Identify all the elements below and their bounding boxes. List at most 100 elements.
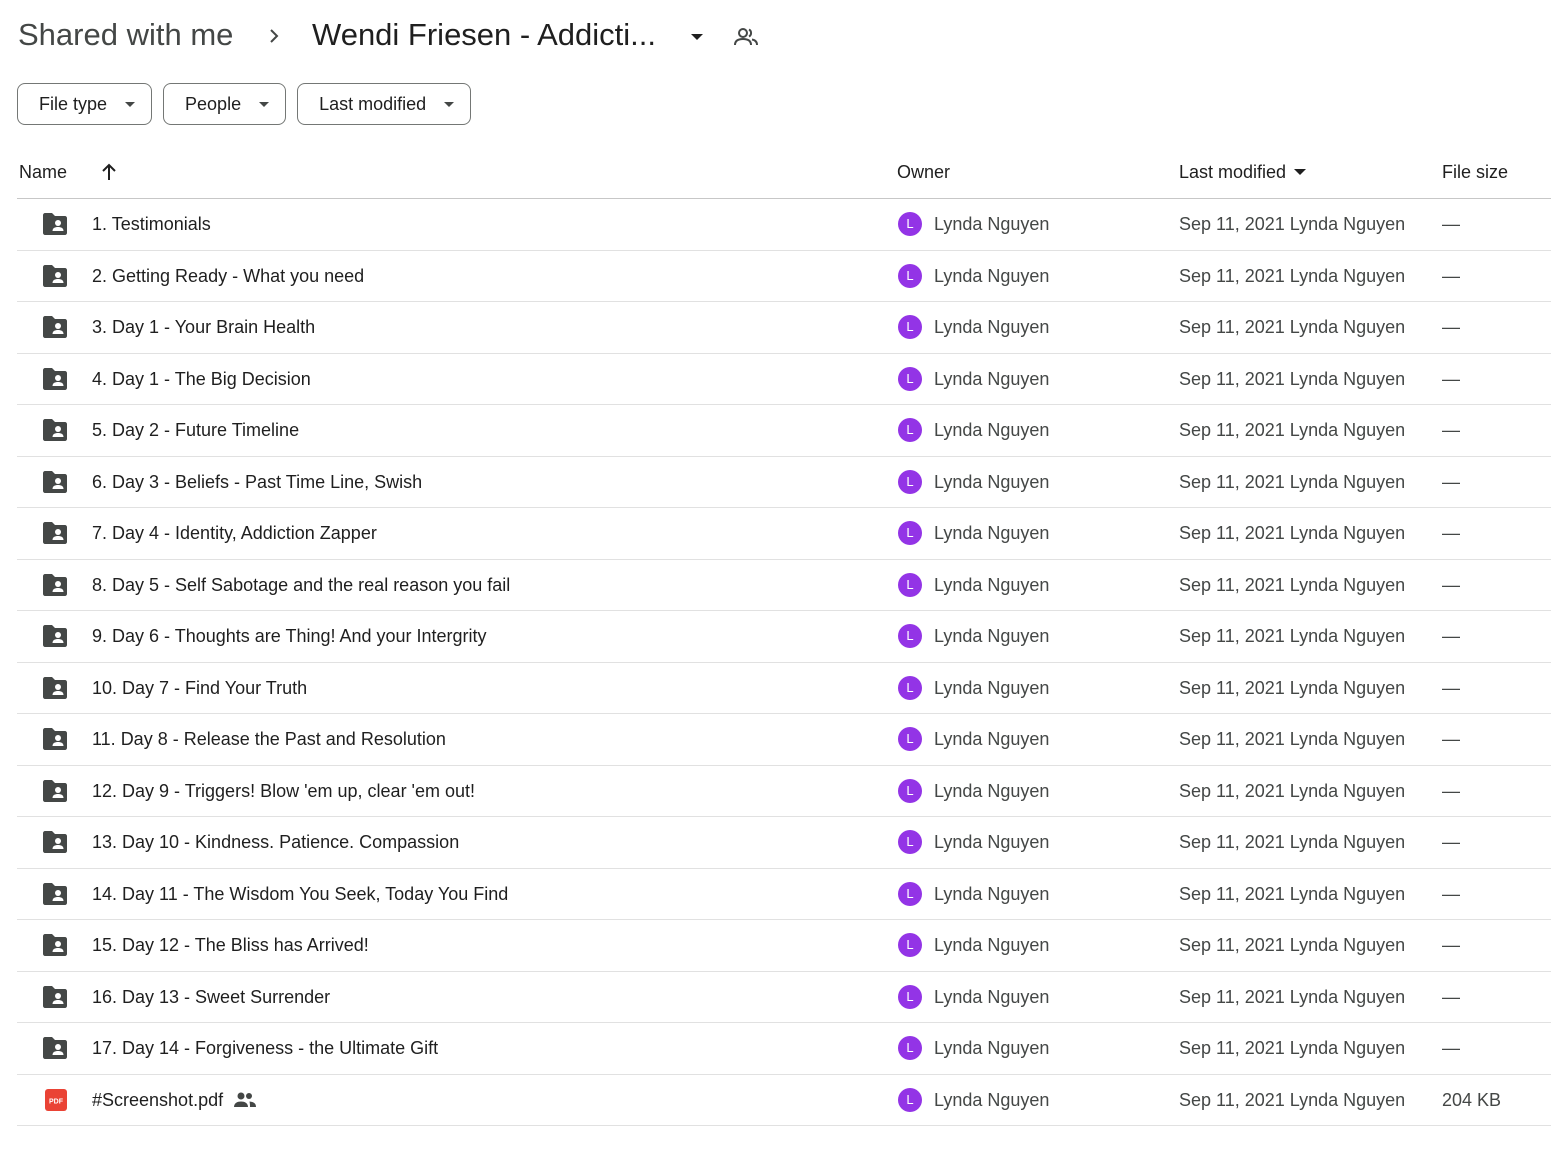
table-row[interactable]: 8. Day 5 - Self Sabotage and the real re… <box>17 560 1551 611</box>
breadcrumb-shared-with-me[interactable]: Shared with me <box>18 16 233 54</box>
last-modified-value: Sep 11, 2021 Lynda Nguyen <box>1179 368 1406 389</box>
shared-folder-icon <box>41 933 69 957</box>
file-name[interactable]: 1. Testimonials <box>92 212 211 236</box>
table-row[interactable]: 9. Day 6 - Thoughts are Thing! And your … <box>17 611 1551 663</box>
table-row[interactable]: 2. Getting Ready - What you need L Lynda N… <box>17 251 1551 302</box>
caret-down-icon <box>444 101 455 107</box>
last-modified-value: Sep 11, 2021 Lynda Nguyen <box>1179 471 1406 492</box>
file-name[interactable]: 14. Day 11 - The Wisdom You Seek, Today … <box>92 882 508 906</box>
owner-name: Lynda Nguyen <box>934 729 1050 749</box>
owner-name: Lynda Nguyen <box>934 986 1050 1007</box>
filter-label: Last modified <box>319 93 427 114</box>
file-size-value: — <box>1442 265 1460 286</box>
file-name[interactable]: 8. Day 5 - Self Sabotage and the real re… <box>92 573 510 597</box>
last-modified-value: Sep 11, 2021 Lynda Nguyen <box>1179 523 1406 543</box>
table-header: Name Owner Last modified File size <box>17 146 1551 199</box>
pdf-icon-label: PDF <box>49 1098 64 1105</box>
file-name[interactable]: 10. Day 7 - Find Your Truth <box>92 676 307 700</box>
filter-last-modified[interactable]: Last modified <box>297 83 472 125</box>
filter-people[interactable]: People <box>163 83 287 125</box>
last-modified-value: Sep 11, 2021 Lynda Nguyen <box>1179 574 1406 595</box>
owner-name: Lynda Nguyen <box>934 1038 1050 1058</box>
owner-name: Lynda Nguyen <box>934 214 1050 234</box>
table-row[interactable]: 17. Day 14 - Forgiveness - the Ultimate … <box>17 1023 1551 1075</box>
column-header-file-size[interactable]: File size <box>1442 160 1508 184</box>
filter-label: People <box>185 93 242 114</box>
table-row[interactable]: 6. Day 3 - Beliefs - Past Time Line, Swi… <box>17 457 1551 508</box>
caret-down-icon[interactable] <box>686 26 708 48</box>
owner-name: Lynda Nguyen <box>934 368 1050 389</box>
table-row[interactable]: 12. Day 9 - Triggers! Blow 'em up, clear… <box>17 766 1551 817</box>
owner-name: Lynda Nguyen <box>934 935 1050 955</box>
owner-name: Lynda Nguyen <box>934 317 1050 337</box>
file-name[interactable]: 2. Getting Ready - What you need <box>92 264 364 288</box>
owner-name: Lynda Nguyen <box>934 420 1050 440</box>
table-row[interactable]: 10. Day 7 - Find Your Truth L Lynda Nguyen… <box>17 663 1551 714</box>
file-name[interactable]: 6. Day 3 - Beliefs - Past Time Line, Swi… <box>92 470 422 494</box>
last-modified-value: Sep 11, 2021 Lynda Nguyen <box>1179 832 1406 852</box>
file-name[interactable]: 15. Day 12 - The Bliss has Arrived! <box>92 933 369 957</box>
shared-folder-people-icon[interactable] <box>733 24 759 50</box>
table-row[interactable]: 3. Day 1 - Your Brain Health L Lynda Nguye… <box>17 302 1551 354</box>
shared-folder-icon <box>41 676 69 700</box>
shared-folder-icon <box>41 418 69 442</box>
table-row[interactable]: 16. Day 13 - Sweet Surrender L Lynda Nguye… <box>17 972 1551 1023</box>
file-name[interactable]: 13. Day 10 - Kindness. Patience. Compass… <box>92 830 459 854</box>
arrow-up-icon[interactable] <box>97 160 121 184</box>
file-name[interactable]: 9. Day 6 - Thoughts are Thing! And your … <box>92 624 487 648</box>
file-list: 1. Testimonials L Lynda Nguyen Sep 11, 2021… <box>17 199 1551 1126</box>
filter-file-type[interactable]: File type <box>17 83 153 125</box>
avatar: L <box>898 521 922 545</box>
table-row[interactable]: 1. Testimonials L Lynda Nguyen Sep 11, 2021… <box>17 199 1551 251</box>
last-modified-value: Sep 11, 2021 Lynda Nguyen <box>1179 1089 1406 1110</box>
owner-name: Lynda Nguyen <box>934 523 1050 543</box>
file-name[interactable]: 12. Day 9 - Triggers! Blow 'em up, clear… <box>92 779 475 803</box>
table-row[interactable]: 15. Day 12 - The Bliss has Arrived! L Lynd… <box>17 920 1551 972</box>
file-name[interactable]: 11. Day 8 - Release the Past and Resolut… <box>92 727 446 751</box>
file-name[interactable]: #Screenshot.pdf <box>92 1088 223 1112</box>
column-header-name[interactable]: Name <box>19 160 67 184</box>
owner-name: Lynda Nguyen <box>934 883 1050 904</box>
table-row[interactable]: 4. Day 1 - The Big Decision L Lynda Nguyen… <box>17 354 1551 405</box>
last-modified-value: Sep 11, 2021 Lynda Nguyen <box>1179 317 1406 337</box>
file-name[interactable]: 7. Day 4 - Identity, Addiction Zapper <box>92 521 377 545</box>
pdf-file-icon: PDF <box>41 1088 69 1112</box>
shared-folder-icon <box>41 315 69 339</box>
owner-name: Lynda Nguyen <box>934 626 1050 646</box>
table-row[interactable]: 13. Day 10 - Kindness. Patience. Compass… <box>17 817 1551 869</box>
file-name[interactable]: 3. Day 1 - Your Brain Health <box>92 315 315 339</box>
breadcrumb-current-folder[interactable]: Wendi Friesen - Addicti... <box>312 16 656 54</box>
shared-folder-icon <box>41 264 69 288</box>
avatar: L <box>898 418 922 442</box>
owner-name: Lynda Nguyen <box>934 1089 1050 1110</box>
table-row[interactable]: PDF #Screenshot.pdf L Lynda Nguyen Sep 11, 2… <box>17 1075 1551 1126</box>
avatar: L <box>898 469 922 494</box>
last-modified-value: Sep 11, 2021 Lynda Nguyen <box>1179 883 1406 904</box>
filter-bar: File type People Last modified <box>17 83 472 125</box>
file-name[interactable]: 5. Day 2 - Future Timeline <box>92 418 299 442</box>
file-name[interactable]: 4. Day 1 - The Big Decision <box>92 367 311 391</box>
avatar: L <box>898 1036 922 1060</box>
table-row[interactable]: 7. Day 4 - Identity, Addiction Zapper L Ly… <box>17 508 1551 560</box>
file-size-value: — <box>1442 317 1460 337</box>
column-header-owner[interactable]: Owner <box>897 160 950 184</box>
table-row[interactable]: 5. Day 2 - Future Timeline L Lynda Nguyen S… <box>17 405 1551 457</box>
column-header-last-modified[interactable]: Last modified <box>1179 160 1307 184</box>
last-modified-value: Sep 11, 2021 Lynda Nguyen <box>1179 214 1406 234</box>
owner-name: Lynda Nguyen <box>934 832 1050 852</box>
file-name[interactable]: 17. Day 14 - Forgiveness - the Ultimate … <box>92 1036 438 1060</box>
avatar: L <box>898 624 922 648</box>
shared-folder-icon <box>41 367 69 391</box>
last-modified-value: Sep 11, 2021 Lynda Nguyen <box>1179 986 1406 1007</box>
table-row[interactable]: 14. Day 11 - The Wisdom You Seek, Today … <box>17 869 1551 920</box>
filter-label: File type <box>39 93 108 114</box>
file-size-value: 204 KB <box>1442 1089 1502 1110</box>
file-name[interactable]: 16. Day 13 - Sweet Surrender <box>92 985 330 1009</box>
last-modified-value: Sep 11, 2021 Lynda Nguyen <box>1179 677 1406 698</box>
last-modified-value: Sep 11, 2021 Lynda Nguyen <box>1179 729 1406 749</box>
shared-folder-icon <box>41 830 69 854</box>
table-row[interactable]: 11. Day 8 - Release the Past and Resolut… <box>17 714 1551 766</box>
shared-folder-icon <box>41 1036 69 1060</box>
shared-folder-icon <box>41 573 69 597</box>
avatar: L <box>898 830 922 854</box>
